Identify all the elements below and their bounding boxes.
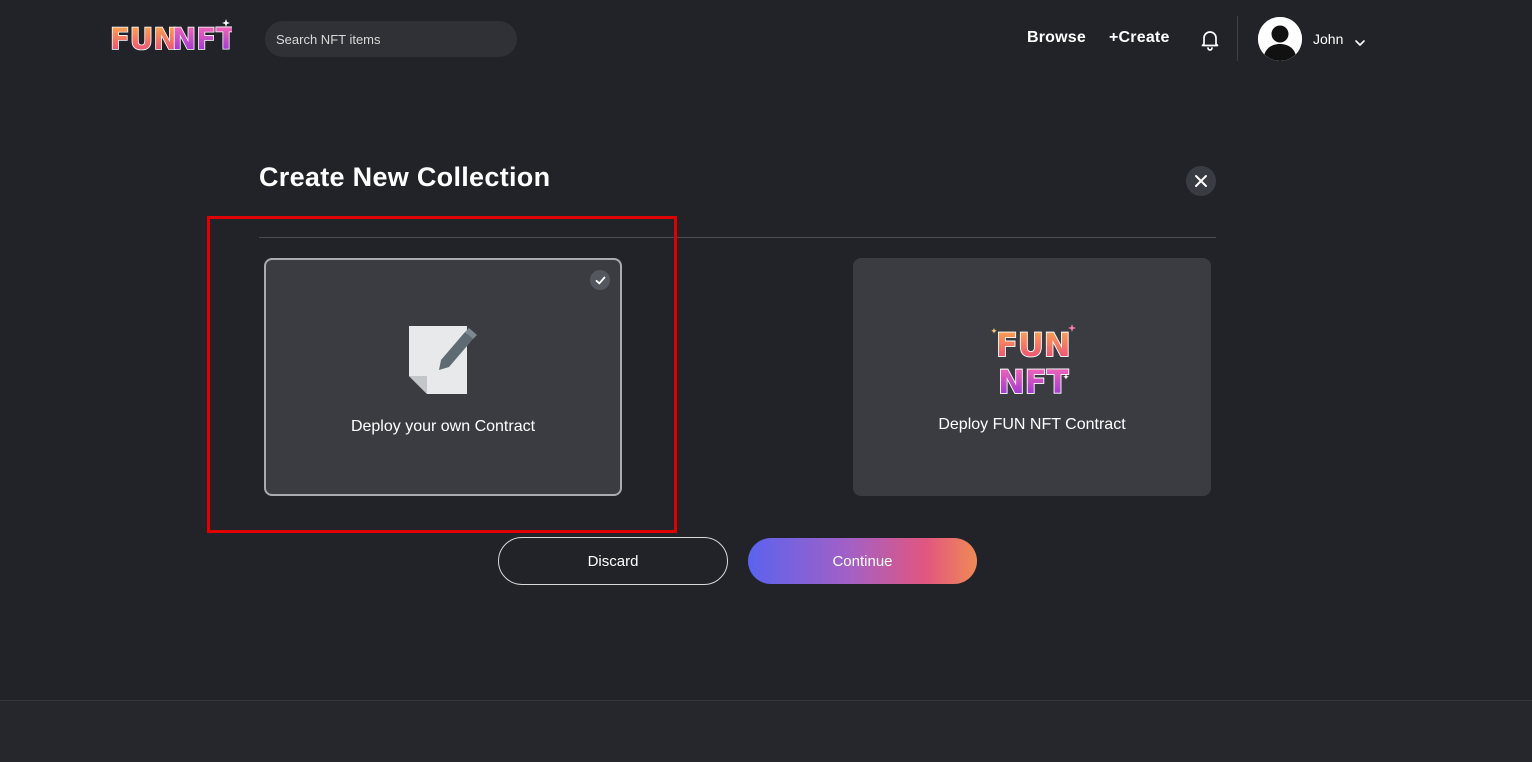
svg-text:NFT: NFT (172, 22, 232, 56)
svg-text:FUN: FUN (110, 22, 178, 56)
modal-divider (259, 237, 1216, 238)
footer (0, 700, 1532, 762)
option-deploy-fun-nft-contract[interactable]: FUN NFT Deploy FUN NFT Contract (853, 258, 1211, 496)
avatar[interactable] (1258, 17, 1302, 61)
option-label: Deploy FUN NFT Contract (938, 416, 1126, 433)
close-icon (1195, 175, 1207, 187)
close-button[interactable] (1186, 166, 1216, 196)
header-divider (1237, 16, 1238, 61)
username[interactable]: John (1313, 31, 1343, 47)
discard-button[interactable]: Discard (498, 537, 728, 585)
fun-nft-logo[interactable]: FUN NFT (108, 16, 232, 56)
svg-text:FUN: FUN (996, 326, 1071, 364)
nav-browse-link[interactable]: Browse (1027, 29, 1086, 47)
check-icon (590, 270, 610, 290)
bell-icon[interactable] (1198, 27, 1222, 51)
top-nav: FUN NFT Browse +Create John (0, 0, 1532, 78)
svg-text:NFT: NFT (998, 363, 1069, 400)
search-input[interactable] (265, 21, 517, 57)
option-label: Deploy your own Contract (350, 418, 536, 435)
nav-create-link[interactable]: +Create (1109, 29, 1170, 47)
continue-button[interactable]: Continue (748, 538, 977, 584)
document-pencil-icon (407, 324, 481, 398)
option-deploy-own-contract[interactable]: Deploy your own Contract (264, 258, 622, 496)
modal-title: Create New Collection (259, 162, 551, 192)
fun-nft-logo: FUN NFT (986, 320, 1078, 402)
chevron-down-icon[interactable] (1353, 35, 1367, 46)
